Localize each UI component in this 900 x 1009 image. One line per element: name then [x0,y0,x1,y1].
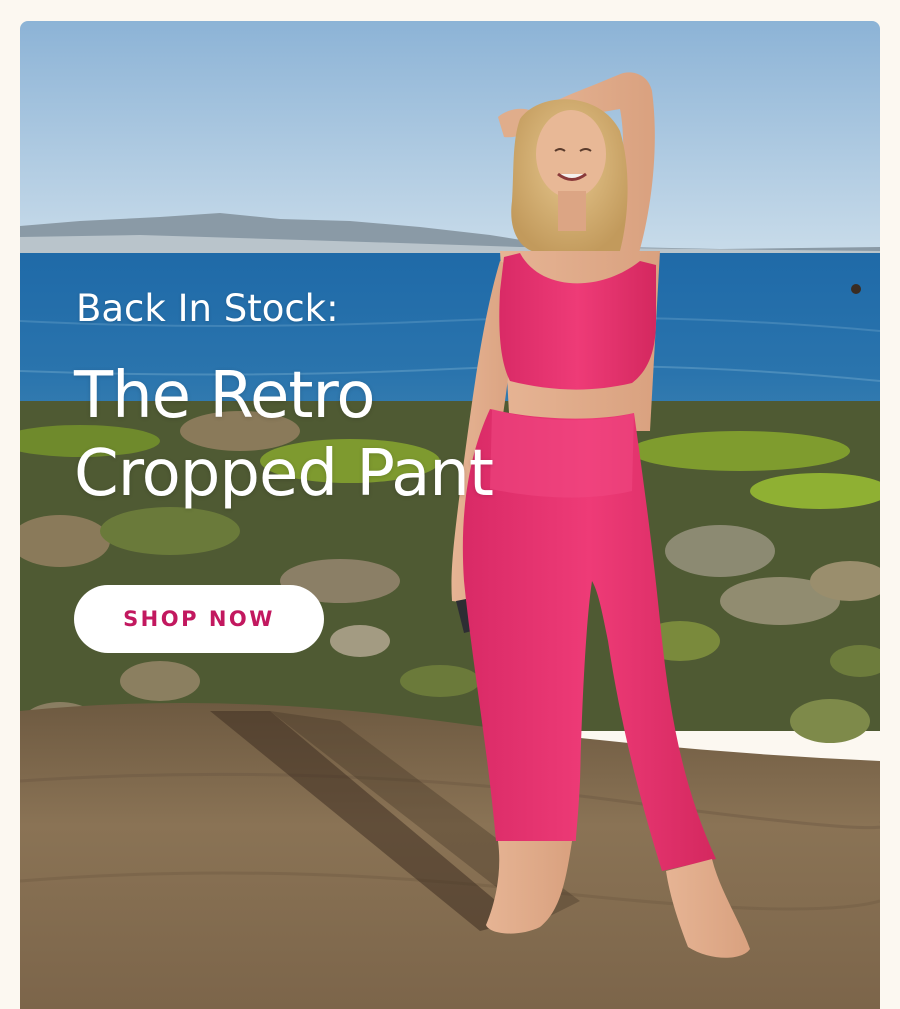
shop-now-button[interactable]: SHOP NOW [74,585,324,653]
hero-headline: The Retro Cropped Pant [74,357,494,513]
hero-headline-line-2: Cropped Pant [74,437,494,511]
hero-eyebrow: Back In Stock: [76,287,339,330]
hero-banner[interactable]: Back In Stock: The Retro Cropped Pant SH… [20,21,880,1009]
hero-photo [20,21,880,1009]
hero-headline-line-1: The Retro [74,359,375,433]
